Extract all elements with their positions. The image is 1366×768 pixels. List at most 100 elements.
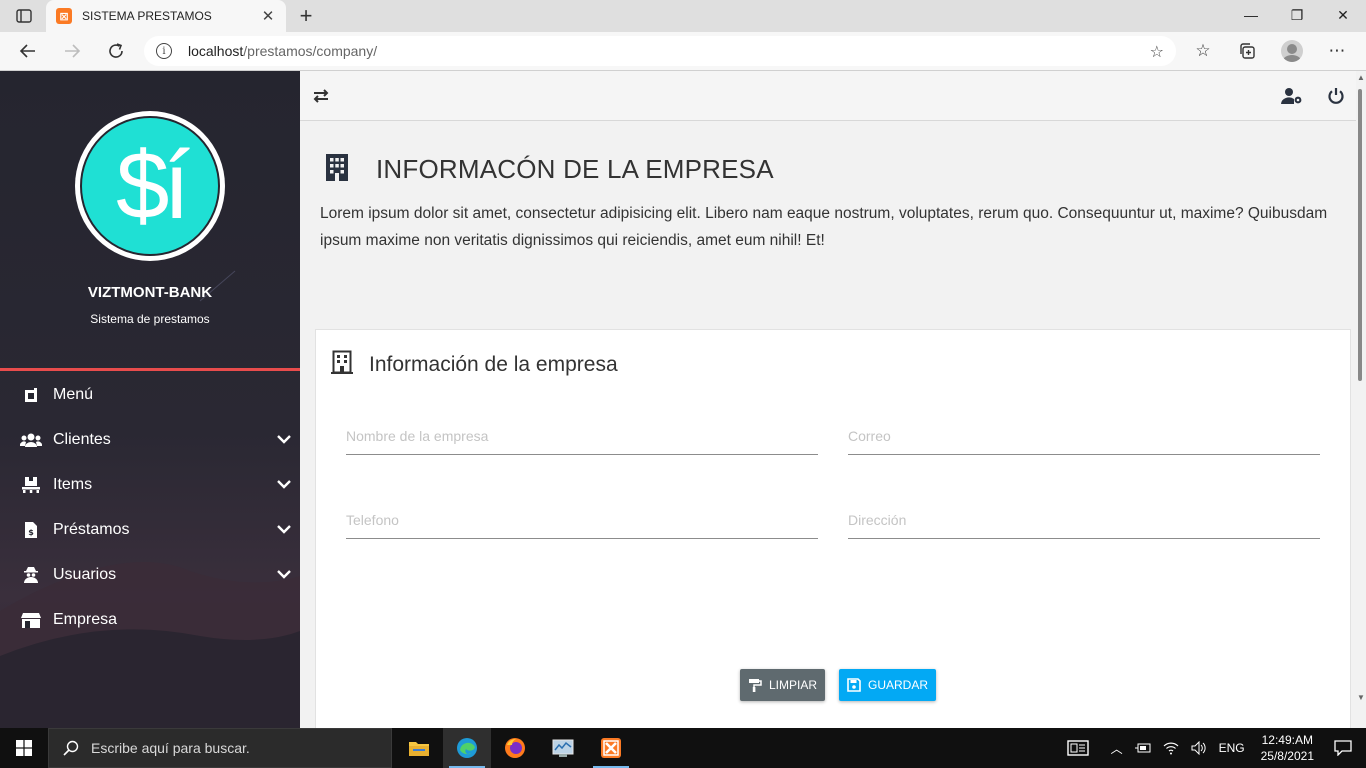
users-icon [20,430,42,450]
edge-browser-icon[interactable] [443,728,491,768]
wifi-icon[interactable] [1157,728,1185,768]
reload-icon[interactable] [102,38,130,64]
system-monitor-icon[interactable] [539,728,587,768]
search-icon [63,740,79,756]
sidebar-item-clientes[interactable]: Clientes [0,417,300,462]
phone-input[interactable] [346,505,818,535]
chevron-down-icon[interactable] [276,521,292,537]
building-outline-icon [331,350,353,379]
sidebar-item-menu[interactable]: Menú [0,372,300,417]
power-icon[interactable] [1325,85,1347,107]
chevron-down-icon[interactable] [276,566,292,582]
collections-icon[interactable] [1232,38,1262,64]
tab-actions-icon[interactable] [10,6,38,26]
system-tray: ︿ ENG 12:49:AM 25/8/2021 [1061,728,1366,768]
clear-button[interactable]: LIMPIAR [740,669,826,701]
scroll-thumb[interactable] [1358,89,1362,381]
site-info-icon[interactable]: i [156,43,172,59]
svg-text:$: $ [28,528,34,537]
xampp-favicon-icon: ⊠ [56,8,72,24]
company-name-input[interactable] [346,421,818,451]
card-title: Información de la empresa [369,352,618,376]
window-controls: — ❐ ✕ [1228,0,1366,32]
minimize-icon[interactable]: — [1228,0,1274,30]
sidebar-divider [0,368,300,371]
clock-date: 25/8/2021 [1260,749,1314,763]
top-bar [300,71,1356,121]
email-field [848,421,1320,455]
notifications-icon[interactable] [1324,728,1366,768]
forward-icon[interactable] [58,38,86,64]
invoice-dollar-icon: $ [20,520,42,540]
firefox-icon[interactable] [491,728,539,768]
news-widget-icon[interactable] [1061,728,1095,768]
tab-title: SISTEMA PRESTAMOS [82,9,212,23]
page-description: Lorem ipsum dolor sit amet, consectetur … [320,205,1328,249]
address-bar[interactable]: i localhost/prestamos/company/ ☆ [144,36,1176,66]
sidebar-item-label: Usuarios [53,565,117,583]
add-favorite-icon[interactable]: ☆ [1150,42,1164,62]
clock[interactable]: 12:49:AM 25/8/2021 [1251,728,1324,768]
sidebar-item-label: Préstamos [53,520,130,538]
user-secret-icon [20,565,42,585]
chevron-up-icon[interactable]: ︿ [1105,728,1129,768]
pallet-icon [20,475,42,495]
dashboard-icon [20,385,42,405]
store-icon [20,610,42,630]
sidebar-item-prestamos[interactable]: $ Préstamos [0,507,300,552]
main-content: INFORMACÓN DE LA EMPRESA Lorem ipsum dol… [300,71,1356,729]
logo-mark: $í [80,116,220,256]
paint-roller-icon [749,679,762,692]
browser-tab[interactable]: ⊠ SISTEMA PRESTAMOS ✕ [46,0,286,32]
volume-icon[interactable] [1185,728,1213,768]
address-url: localhost/prestamos/company/ [188,43,378,59]
toggle-sidebar-icon[interactable] [310,85,332,107]
company-name-field [346,421,818,455]
save-button-label: GUARDAR [868,678,929,692]
scroll-up-icon[interactable]: ▲ [1356,73,1366,82]
sidebar-item-label: Menú [53,385,94,403]
phone-field [346,505,818,539]
browser-toolbar: i localhost/prestamos/company/ ☆ ☆ ⋯ [0,32,1366,71]
brand-subtitle: Sistema de prestamos [90,312,210,326]
windows-taskbar: Escribe aquí para buscar. ︿ ENG 12:49:AM… [0,728,1366,768]
address-field [848,505,1320,539]
more-options-icon[interactable]: ⋯ [1322,38,1352,64]
windows-start-icon[interactable] [0,728,48,768]
company-form-card: Información de la empresa LIMPIAR GUARDA… [315,329,1351,729]
tab-close-icon[interactable]: ✕ [260,7,276,25]
close-window-icon[interactable]: ✕ [1320,0,1366,30]
brand-logo: $í [75,111,225,261]
sidebar-menu: Menú Clientes Items $ Préstamos Usuarios… [0,372,300,642]
clear-button-label: LIMPIAR [769,678,818,692]
sidebar-item-usuarios[interactable]: Usuarios [0,552,300,597]
profile-avatar[interactable] [1277,38,1307,64]
browser-tab-strip: ⊠ SISTEMA PRESTAMOS ✕ + — ❐ ✕ [0,0,1366,32]
sidebar-item-label: Items [53,475,93,493]
page-scrollbar[interactable]: ▲ ▼ [1356,71,1366,708]
chevron-down-icon[interactable] [276,431,292,447]
file-explorer-icon[interactable] [395,728,443,768]
sidebar: $í VIZTMONT-BANK Sistema de prestamos Me… [0,71,300,728]
language-indicator[interactable]: ENG [1213,728,1251,768]
xampp-icon[interactable] [587,728,635,768]
save-button[interactable]: GUARDAR [839,669,937,701]
sidebar-item-items[interactable]: Items [0,462,300,507]
user-settings-icon[interactable] [1281,85,1303,107]
chevron-down-icon[interactable] [276,476,292,492]
restore-icon[interactable]: ❐ [1274,0,1320,30]
email-input[interactable] [848,421,1320,451]
favorites-icon[interactable]: ☆ [1188,38,1218,64]
card-header: Información de la empresa [331,350,618,379]
new-tab-button[interactable]: + [294,4,318,28]
clock-time: 12:49:AM [1261,733,1313,747]
taskbar-search[interactable]: Escribe aquí para buscar. [48,728,392,768]
taskbar-search-placeholder: Escribe aquí para buscar. [91,740,250,756]
building-icon [324,153,350,186]
sidebar-item-label: Clientes [53,430,111,448]
sidebar-item-empresa[interactable]: Empresa [0,597,300,642]
address-input[interactable] [848,505,1320,535]
battery-icon[interactable] [1129,728,1157,768]
back-icon[interactable] [14,38,42,64]
scroll-down-icon[interactable]: ▼ [1356,693,1366,702]
